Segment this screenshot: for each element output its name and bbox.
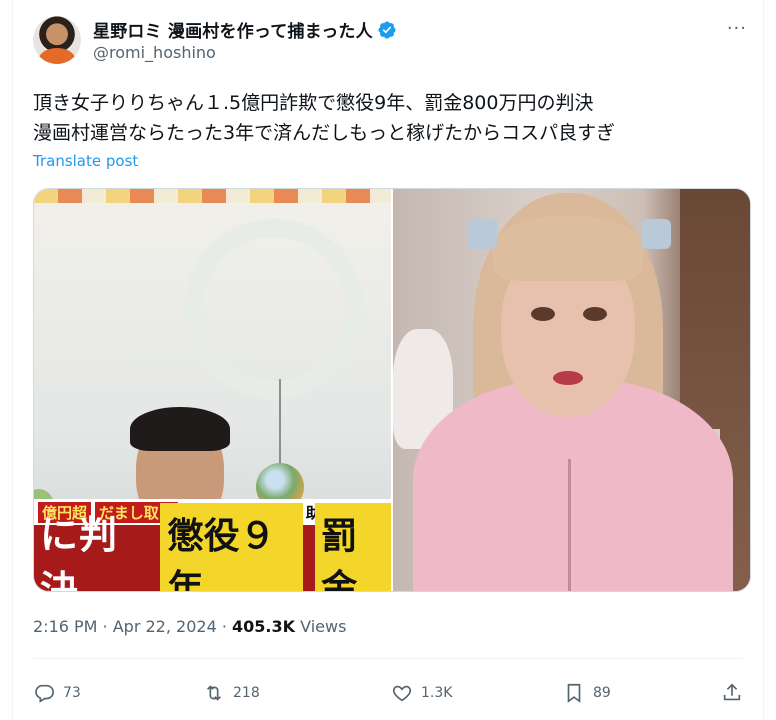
post-time[interactable]: 2:16 PM <box>33 617 97 636</box>
post-text-line-1: 頂き女子りりちゃん１.5億円詐欺で懲役9年、罰金800万円の判決 <box>33 92 594 114</box>
media-grid: 億円超 だまし取る ・ 詐欺 ・ 詐欺ほう助 ・ 脱 に判決 懲役９年 罰金 <box>33 188 751 592</box>
action-bar: 73 218 1.3K 89 <box>33 676 745 710</box>
avatar[interactable] <box>33 16 81 64</box>
media-image-woman-selfie[interactable] <box>393 189 750 591</box>
views-label: Views <box>300 617 347 636</box>
share-button[interactable] <box>721 676 743 710</box>
post-text: 頂き女子りりちゃん１.5億円詐欺で懲役9年、罰金800万円の判決 漫画村運営なら… <box>33 88 615 148</box>
post-metadata: 2:16 PM · Apr 22, 2024 · 405.3K Views <box>33 617 347 636</box>
like-button[interactable]: 1.3K <box>391 676 452 710</box>
more-options-icon[interactable]: ··· <box>727 18 747 39</box>
views-count: 405.3K <box>232 617 296 636</box>
heart-icon <box>392 685 412 702</box>
display-name[interactable]: 星野ロミ 漫画村を作って捕まった人 <box>93 17 373 42</box>
caption-sentence: 懲役９年 <box>159 503 304 591</box>
reply-icon <box>35 684 54 703</box>
verified-badge-icon <box>378 20 396 39</box>
translate-post-link[interactable]: Translate post <box>33 152 138 170</box>
repost-button[interactable]: 218 <box>203 676 260 710</box>
handle[interactable]: @romi_hoshino <box>93 43 216 62</box>
reply-button[interactable]: 73 <box>33 676 81 710</box>
post-card: 星野ロミ 漫画村を作って捕まった人 @romi_hoshino ··· 頂き女子… <box>12 0 764 720</box>
caption-fine: 罰金 <box>315 503 391 591</box>
share-icon <box>723 683 741 701</box>
reply-count: 73 <box>63 685 81 701</box>
divider <box>33 658 743 659</box>
post-text-line-2: 漫画村運営ならたった3年で済んだしもっと稼げたからコスパ良すぎ <box>33 122 616 144</box>
media-image-news-anchor[interactable]: 億円超 だまし取る ・ 詐欺 ・ 詐欺ほう助 ・ 脱 に判決 懲役９年 罰金 <box>34 189 391 591</box>
bookmark-button[interactable]: 89 <box>563 676 611 710</box>
bookmark-count: 89 <box>593 685 611 701</box>
author-name-row: 星野ロミ 漫画村を作って捕まった人 <box>93 17 397 42</box>
like-count: 1.3K <box>421 685 453 701</box>
news-caption: に判決 懲役９年 罰金 <box>34 503 391 591</box>
post-date[interactable]: Apr 22, 2024 <box>113 617 217 636</box>
caption-verdict: に判決 <box>40 513 119 591</box>
repost-icon <box>206 685 222 701</box>
bookmark-icon <box>567 683 581 703</box>
repost-count: 218 <box>233 685 260 701</box>
